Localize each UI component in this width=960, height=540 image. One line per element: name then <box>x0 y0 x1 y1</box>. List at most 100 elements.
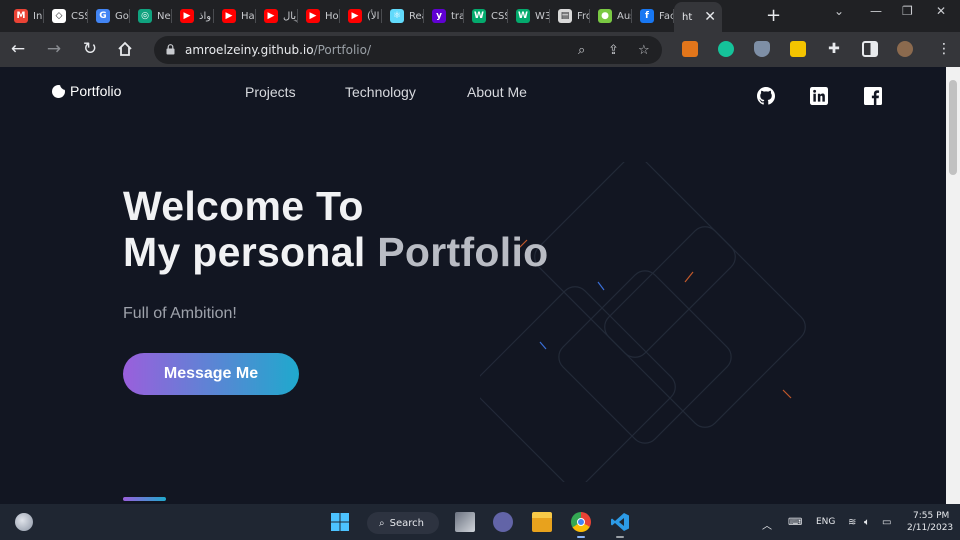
facebook-icon: f <box>640 9 654 23</box>
browser-tab[interactable]: ● Aus <box>590 4 632 28</box>
browser-tab[interactable]: ◎ Ne <box>130 4 172 28</box>
start-windows-icon[interactable] <box>330 512 350 532</box>
brand-name: Portfolio <box>70 83 122 99</box>
home-icon[interactable] <box>113 38 137 60</box>
google-translate-icon: G <box>96 9 110 23</box>
w3schools-icon: W <box>516 9 530 23</box>
tab-label: Rea <box>409 10 424 22</box>
codepen-icon: ◇ <box>52 9 66 23</box>
vscode-icon[interactable] <box>610 512 630 532</box>
nav-projects[interactable]: Projects <box>245 84 296 100</box>
forward-icon[interactable]: → <box>42 38 66 60</box>
menu-kebab-icon[interactable]: ⋮ <box>936 41 952 57</box>
zoom-icon[interactable]: ⌕ <box>578 43 585 58</box>
wifi-icon[interactable]: ≋ <box>848 517 856 528</box>
new-tab-button[interactable]: + <box>766 5 781 26</box>
browser-tab[interactable]: f Fac <box>632 4 674 28</box>
browser-tab[interactable]: ▶ ريال <box>256 4 298 28</box>
browser-tab[interactable]: ◇ CSS <box>44 4 88 28</box>
youtube-icon: ▶ <box>180 9 194 23</box>
weather-icon[interactable] <box>15 513 33 531</box>
url-path: /Portfolio/ <box>313 43 372 57</box>
document-icon: ▤ <box>558 9 572 23</box>
browser-tab[interactable]: ▶ واذ <box>172 4 214 28</box>
bookmark-star-icon[interactable]: ☆ <box>638 43 650 58</box>
chrome-active-indicator <box>577 536 585 538</box>
profile-avatar[interactable] <box>897 41 913 57</box>
tab-label: (الأ <box>367 10 380 22</box>
scroll-progress-bar <box>123 497 166 501</box>
clock-time[interactable]: 7:55 PM <box>913 511 949 521</box>
nav-about-me[interactable]: About Me <box>467 84 527 100</box>
chatgpt-icon: ◎ <box>138 9 152 23</box>
reload-icon[interactable]: ↻ <box>78 38 102 60</box>
hero-heading: Welcome To My personal Portfolio <box>123 183 548 275</box>
browser-tab[interactable]: G Go <box>88 4 130 28</box>
tab-label: ht <box>682 11 693 23</box>
gmail-icon: M <box>14 9 28 23</box>
browser-tab[interactable]: ytrar <box>424 4 464 28</box>
github-icon[interactable] <box>757 87 775 105</box>
volume-icon[interactable]: 🔈︎ <box>864 517 870 528</box>
browser-tab-strip: MInb ◇ CSS G Go ◎ Ne ▶ واذ ▶ Har ▶ ريال ▶ Ho ▶ (الأ ⚛ Reay… <box>0 0 960 32</box>
facebook-icon[interactable] <box>864 87 882 105</box>
browser-tab[interactable]: MInb <box>6 4 44 28</box>
browser-tab[interactable]: W W3 <box>508 4 550 28</box>
tab-label: ريال <box>283 10 298 22</box>
linkedin-icon[interactable] <box>810 87 828 105</box>
back-icon[interactable]: ← <box>6 38 30 60</box>
file-explorer-icon[interactable] <box>532 512 552 532</box>
browser-tab[interactable]: W CSS <box>464 4 508 28</box>
minimize-icon[interactable]: — <box>870 4 882 18</box>
side-panel-icon[interactable] <box>862 41 878 57</box>
hero-subtitle: Full of Ambition! <box>123 305 237 322</box>
hero-line-2-light: Portfolio <box>377 229 549 275</box>
battery-icon[interactable]: ▭ <box>882 517 891 528</box>
windows-taskbar: ⌕ Search ︿ ⌨ ENG ≋ 🔈︎ ▭ 7:55 PM 2/11/202… <box>0 504 960 540</box>
tab-label: Har <box>241 10 256 22</box>
tab-label: Aus <box>617 10 632 22</box>
task-view-icon[interactable] <box>455 512 475 532</box>
url-text: amroelzeiny.github.io/Portfolio/ <box>185 43 371 57</box>
chrome-center <box>577 518 585 526</box>
browser-tab[interactable]: ht ✕ <box>674 2 722 32</box>
lock-icon <box>166 44 175 55</box>
shield-extension-icon[interactable] <box>754 41 770 57</box>
browser-tab[interactable]: ⚛ Rea <box>382 4 424 28</box>
show-hidden-icons-chevron[interactable]: ︿ <box>762 517 772 532</box>
keyboard-icon[interactable]: ⌨ <box>788 517 802 528</box>
extension-yellow-icon[interactable] <box>790 41 806 57</box>
clock-date[interactable]: 2/11/2023 <box>907 523 953 533</box>
tab-label: CSS <box>491 10 508 22</box>
scrollbar-thumb[interactable] <box>949 80 957 175</box>
tab-label: Fac <box>659 10 674 22</box>
nav-technology[interactable]: Technology <box>345 84 416 100</box>
teams-chat-icon[interactable] <box>493 512 513 532</box>
restore-icon[interactable]: ❐ <box>902 4 913 18</box>
close-tab-icon[interactable]: ✕ <box>704 9 716 25</box>
brand-logo[interactable]: Portfolio <box>52 83 121 99</box>
taskbar-search[interactable]: ⌕ Search <box>367 512 439 534</box>
hero-line-1: Welcome To <box>123 183 364 229</box>
search-label: Search <box>389 517 424 529</box>
tab-label: W3 <box>535 10 550 22</box>
grammarly-icon[interactable] <box>718 41 734 57</box>
search-icon: ⌕ <box>379 517 385 529</box>
browser-tab[interactable]: ▶ (الأ <box>340 4 382 28</box>
browser-tab[interactable]: ▶ Har <box>214 4 256 28</box>
chrome-taskbar-icon[interactable] <box>571 512 591 532</box>
browser-tab[interactable]: ▶ Ho <box>298 4 340 28</box>
browser-tab[interactable]: ▤ Fro <box>550 4 590 28</box>
extensions-puzzle-icon[interactable]: ✚ <box>826 41 842 57</box>
address-bar[interactable]: amroelzeiny.github.io/Portfolio/ ⌕ ⇪ ☆ <box>154 36 662 64</box>
tab-search-icon[interactable]: ⌄ <box>834 4 844 18</box>
close-window-icon[interactable]: ✕ <box>936 4 946 18</box>
w3schools-icon: W <box>472 9 486 23</box>
language-indicator[interactable]: ENG <box>816 517 835 527</box>
youtube-icon: ▶ <box>264 9 278 23</box>
metamask-icon[interactable] <box>682 41 698 57</box>
share-icon[interactable]: ⇪ <box>608 43 619 58</box>
tab-label: CSS <box>71 10 88 22</box>
message-me-button[interactable]: Message Me <box>123 353 299 395</box>
hero-line-2: My personal Portfolio <box>123 229 548 275</box>
